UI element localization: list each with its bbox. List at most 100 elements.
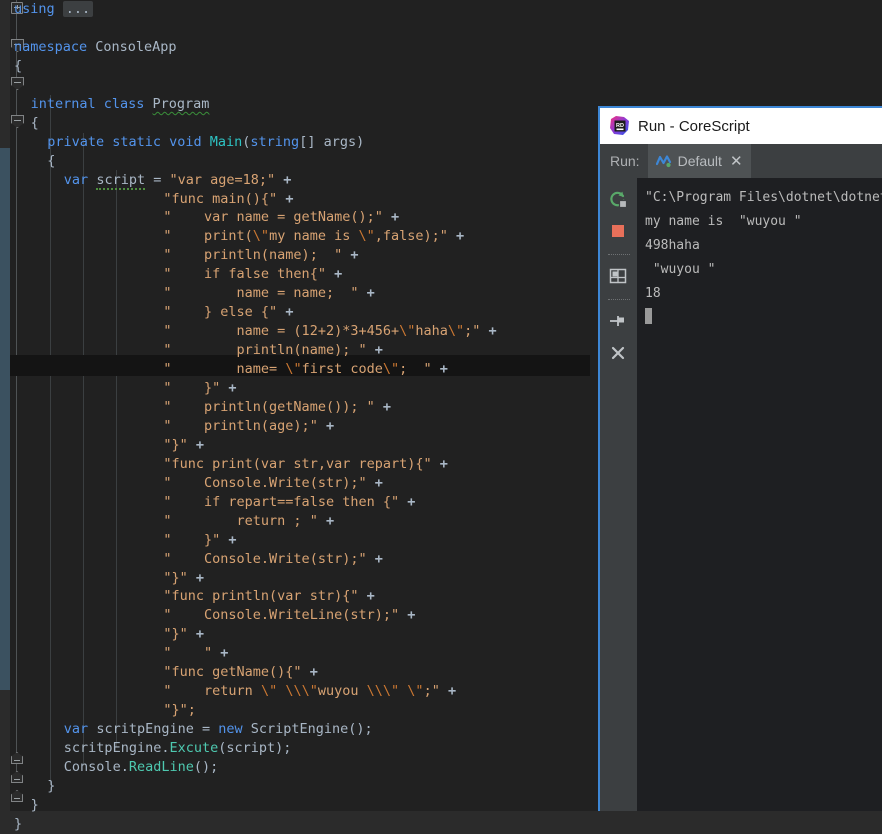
code-token: "}" <box>163 626 188 643</box>
fold-marker-class[interactable] <box>11 77 24 90</box>
code-line[interactable]: } <box>47 777 55 796</box>
code-token: ReadLine <box>128 759 194 775</box>
ide-window: using ... namespace ConsoleApp{internal c… <box>0 0 882 832</box>
code-line[interactable]: " " + <box>163 644 228 663</box>
vcs-change-marker[interactable] <box>0 148 10 690</box>
code-line[interactable]: " println(name); " + <box>163 341 382 360</box>
close-button[interactable] <box>607 342 631 366</box>
code-token: + <box>382 209 400 226</box>
code-token: + <box>301 664 318 681</box>
code-token: + <box>447 228 465 245</box>
code-token: var <box>63 171 97 188</box>
code-token: Excute <box>169 740 219 757</box>
fold-marker-method[interactable] <box>11 115 24 128</box>
code-token: " println(name); " <box>163 247 343 264</box>
code-token: + <box>374 398 391 415</box>
code-line[interactable]: " print(\"my name is \",false);" + <box>163 227 464 246</box>
close-icon[interactable]: ✕ <box>730 154 743 169</box>
code-line[interactable]: } <box>31 796 39 815</box>
caret-block <box>645 308 652 324</box>
run-toolbar[interactable] <box>600 178 637 811</box>
code-line[interactable]: private static void Main(string[] args) <box>47 133 364 152</box>
console-line: "wuyou " <box>645 262 716 277</box>
code-line[interactable]: { <box>47 152 55 171</box>
code-token: Program <box>152 95 210 112</box>
code-token: } <box>14 815 23 832</box>
code-token: { <box>47 152 56 169</box>
code-token: + <box>187 436 205 453</box>
code-token: " Console.Write(str);" <box>163 550 367 567</box>
code-line[interactable]: "func main(){" + <box>163 190 293 209</box>
code-token: \" <box>447 323 465 340</box>
indent-guide <box>50 95 51 785</box>
code-line[interactable]: " } else {" + <box>163 303 293 322</box>
code-line[interactable]: Console.ReadLine(); <box>64 758 218 777</box>
fold-marker-namespace-end[interactable] <box>11 790 23 802</box>
code-line[interactable]: " name = name; " + <box>163 284 374 303</box>
fold-marker-method-end[interactable] <box>11 752 23 764</box>
code-line[interactable]: "func getName(){" + <box>163 663 317 682</box>
code-line[interactable]: " if repart==false then {" + <box>163 493 415 512</box>
code-line[interactable]: "}" + <box>163 436 204 455</box>
run-tab-strip[interactable]: Run: Default ✕ <box>600 144 882 178</box>
code-line[interactable]: "}" + <box>163 569 204 588</box>
code-line[interactable]: " println(age);" + <box>163 417 334 436</box>
code-line[interactable]: var scritpEngine = new ScriptEngine(); <box>64 720 373 739</box>
code-token: + <box>317 512 335 529</box>
code-line[interactable]: " name = (12+2)*3+456+\"haha\";" + <box>163 322 496 341</box>
code-line[interactable]: scritpEngine.Excute(script); <box>64 739 292 758</box>
code-token: + <box>187 626 205 643</box>
layout-button[interactable] <box>607 265 631 289</box>
code-token: ... <box>62 1 94 17</box>
code-line[interactable]: " println(name); " + <box>163 246 358 265</box>
code-line[interactable]: { <box>14 57 22 76</box>
code-line[interactable]: "func print(var str,var repart){" + <box>163 455 447 474</box>
code-token: + <box>399 607 416 624</box>
code-line[interactable]: " }" + <box>163 379 236 398</box>
code-line[interactable]: " Console.WriteLine(str);" + <box>163 606 415 625</box>
code-line[interactable]: "}"; <box>163 701 196 720</box>
code-line[interactable]: using ... <box>14 0 94 19</box>
code-token: ,false);" <box>374 228 448 245</box>
code-token: + <box>317 417 335 434</box>
code-line[interactable]: namespace ConsoleApp <box>14 38 177 57</box>
code-token: + <box>366 474 383 491</box>
code-token: "func getName(){" <box>163 664 302 681</box>
code-token: " name = (12+2)*3+456+ <box>163 323 400 340</box>
code-line[interactable]: internal class Program <box>31 95 210 114</box>
code-token: \" <box>407 683 424 700</box>
stop-button[interactable] <box>607 220 631 244</box>
code-token: Console. <box>63 759 129 775</box>
code-token: + <box>277 304 294 321</box>
pin-button[interactable] <box>607 310 631 334</box>
code-line[interactable]: " println(getName()); " + <box>163 398 391 417</box>
fold-marker-class-end[interactable] <box>11 771 23 783</box>
code-token: + <box>399 493 416 510</box>
rerun-button[interactable] <box>607 188 631 212</box>
run-tool-window[interactable]: RD Run - CoreScript Run: Default ✕ "C:\P… <box>598 106 882 811</box>
code-token: + <box>325 266 343 283</box>
console-line: 498haha <box>645 238 700 253</box>
code-line[interactable]: " var name = getName();" + <box>163 208 399 227</box>
code-line[interactable]: " if false then{" + <box>163 265 342 284</box>
code-line[interactable]: } <box>14 815 22 834</box>
code-line[interactable]: var script = "var age=18;" + <box>63 171 291 190</box>
code-line[interactable]: " Console.Write(str);" + <box>163 550 382 569</box>
console-output[interactable]: "C:\Program Files\dotnet\dotnet. my name … <box>637 178 882 811</box>
code-line[interactable]: " return \" \\\"wuyou \\\" \";" + <box>163 682 456 701</box>
code-line[interactable]: " Console.Write(str);" + <box>163 474 382 493</box>
code-token: " }" <box>163 531 221 548</box>
code-line[interactable]: " }" + <box>163 531 236 550</box>
code-token: + <box>358 285 375 302</box>
code-line[interactable]: { <box>31 114 39 133</box>
toolbar-separator <box>607 299 630 301</box>
indent-guide <box>116 170 117 747</box>
code-line[interactable]: " return ; " + <box>163 512 334 531</box>
code-token: "func println(var str){" <box>163 588 359 605</box>
indent-guide <box>83 133 84 766</box>
code-token: + <box>358 588 375 605</box>
code-line[interactable]: "}" + <box>163 625 204 644</box>
code-line[interactable]: " name= \"first code\"; " + <box>163 360 448 379</box>
run-tab-default[interactable]: Default ✕ <box>647 144 751 178</box>
code-line[interactable]: "func println(var str){" + <box>163 587 374 606</box>
